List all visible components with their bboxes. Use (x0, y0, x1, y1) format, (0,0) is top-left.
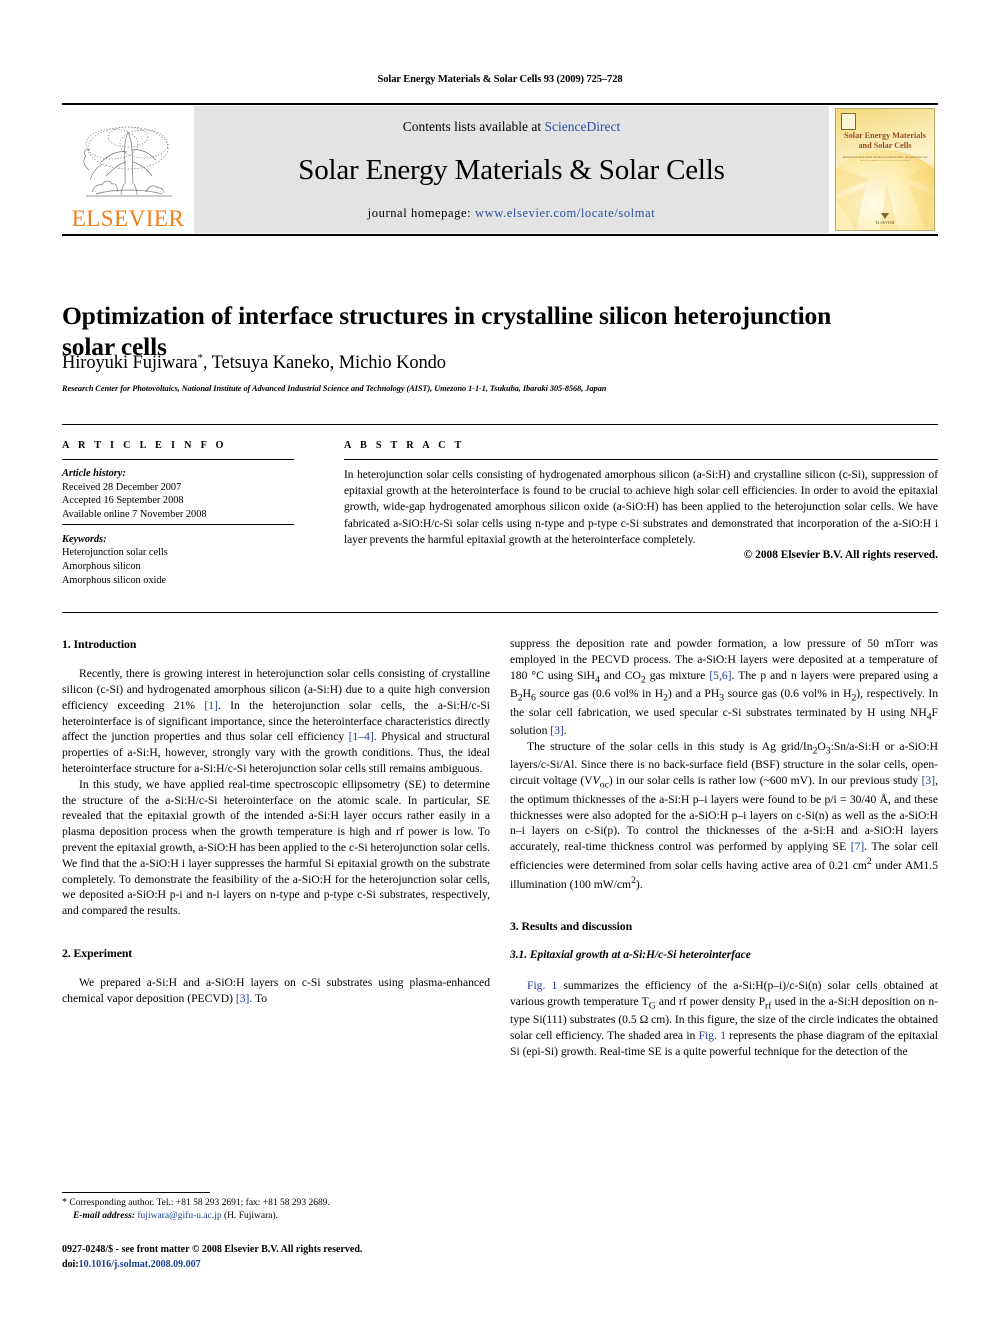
exp-p1-a: We prepared a-Si:H and a-SiO:H layers on… (62, 976, 490, 1005)
voc-italic: V (592, 774, 600, 788)
footnote-block: * Corresponding author. Tel.: +81 58 293… (62, 1196, 490, 1224)
exp-p2-a: The structure of the solar cells in this… (527, 739, 813, 753)
homepage-prefix: journal homepage: (367, 206, 475, 220)
cover-title-line2: and Solar Cells (858, 141, 912, 151)
exp-cont-g: ) and a PH (667, 687, 720, 701)
journal-cover-thumbnail: Solar Energy Materials and Solar Cells a… (835, 108, 935, 231)
section-heading-results: 3. Results and discussion (510, 919, 633, 934)
citation-ref-5-6[interactable]: [5,6] (709, 669, 731, 682)
corresponding-author-note: * Corresponding author. Tel.: +81 58 293… (62, 1196, 490, 1210)
accepted-date: Accepted 16 September 2008 (62, 495, 184, 507)
article-info-divider (62, 459, 294, 460)
keyword-item: Heterojunction solar cells (62, 547, 168, 559)
exp-cont-k: . (563, 724, 567, 738)
exp-p1-b: . To (249, 992, 268, 1005)
section-heading-introduction: 1. Introduction (62, 637, 137, 651)
exp-cont-e: H (522, 687, 531, 701)
journal-homepage-line: journal homepage: www.elsevier.com/locat… (368, 206, 656, 221)
res-p1-b: and rf power density P (655, 994, 766, 1008)
section-heading-experiment: 2. Experiment (62, 946, 133, 961)
keyword-item: Amorphous silicon oxide (62, 574, 167, 586)
cover-title-line1: Solar Energy Materials (844, 131, 926, 140)
cover-footer: ELSEVIER (836, 213, 934, 225)
running-head: Solar Energy Materials & Solar Cells 93 … (377, 74, 623, 85)
exp-p2-b: O (817, 739, 826, 753)
cover-publisher-mark (841, 113, 856, 130)
citation-ref-3b[interactable]: [3] (550, 724, 564, 737)
author-rest: , Tetsuya Kaneko, Michio Kondo (202, 353, 446, 374)
doi-link[interactable]: 10.1016/j.solmat.2008.09.007 (79, 1259, 201, 1270)
exp-cont-c: gas mixture (645, 668, 710, 682)
results-paragraph-1: Fig. 1 summarizes the efficiency of the … (510, 978, 938, 1060)
tg-subscript: G (648, 1000, 656, 1012)
journal-homepage-link[interactable]: www.elsevier.com/locate/solmat (475, 206, 655, 220)
email-link[interactable]: fujiwara@gifu-u.ac.jp (137, 1211, 221, 1221)
exp-cont-h: source gas (0.6 vol% in H (724, 687, 852, 701)
journal-title: Solar Energy Materials & Solar Cells (298, 154, 725, 186)
abstract-text: In heterojunction solar cells consisting… (344, 469, 938, 546)
keywords-label: Keywords: (62, 533, 107, 545)
keywords-block: Keywords: Heterojunction solar cells Amo… (62, 533, 294, 588)
doi-line: doi:10.1016/j.solmat.2008.09.007 (62, 1258, 522, 1273)
contents-prefix: Contents lists available at (402, 119, 545, 134)
abstract-divider (344, 459, 938, 460)
subsection-heading-epitaxial-growth: 3.1. Epitaxial growth at a-Si:H/c-Si het… (510, 949, 751, 962)
intro-paragraph-1: Recently, there is growing interest in h… (62, 666, 490, 777)
journal-header-band: ELSEVIER Contents lists available at Sci… (62, 103, 938, 236)
elsevier-wordmark: ELSEVIER (71, 206, 185, 231)
citation-ref-1-4[interactable]: [1–4] (349, 730, 374, 743)
citation-ref-3c[interactable]: [3] (922, 774, 936, 787)
article-info-column: A R T I C L E I N F O Article history: R… (62, 440, 294, 588)
cover-subtitle: an international journal devoted to phot… (842, 156, 928, 161)
abstract-copyright: © 2008 Elsevier B.V. All rights reserved… (743, 548, 938, 561)
body-column-right: suppress the deposition rate and powder … (510, 636, 938, 1060)
email-note: E-mail address: fujiwara@gifu-u.ac.jp (H… (62, 1210, 490, 1223)
elsevier-logo: ELSEVIER (62, 105, 194, 234)
elsevier-tree-icon (83, 126, 172, 197)
info-rule-top (62, 424, 938, 425)
experiment-paragraph-2: The structure of the solar cells in this… (510, 739, 938, 892)
footnote-rule (62, 1192, 210, 1193)
keywords-divider (62, 523, 294, 525)
article-info-heading: A R T I C L E I N F O (62, 440, 227, 451)
citation-ref-7[interactable]: [7] (851, 840, 865, 853)
received-date: Received 28 December 2007 (62, 481, 182, 493)
contents-available-line: Contents lists available at ScienceDirec… (403, 119, 620, 135)
affiliation: Research Center for Photovoltaics, Natio… (62, 384, 607, 393)
journal-header-center: Contents lists available at ScienceDirec… (194, 106, 829, 233)
cover-footer-text: ELSEVIER (875, 220, 895, 225)
author-first: Hiroyuki Fujiwara (62, 353, 198, 374)
experiment-paragraph-1: We prepared a-Si:H and a-SiO:H layers on… (62, 975, 490, 1007)
cover-logo-icon (881, 213, 889, 219)
intro-paragraph-2: In this study, we have applied real-time… (62, 777, 490, 918)
doi-label: doi: (62, 1258, 79, 1270)
abstract-heading: A B S T R A C T (344, 440, 465, 451)
email-owner: (H. Fujiwara). (221, 1211, 279, 1222)
figure-ref-1[interactable]: Fig. 1 (527, 979, 557, 992)
citation-ref-1[interactable]: [1] (204, 699, 218, 712)
sciencedirect-link[interactable]: ScienceDirect (545, 119, 621, 134)
imprint-block: 0927-0248/$ - see front matter © 2008 El… (62, 1243, 522, 1272)
exp-cont-b: and CO (599, 668, 641, 682)
info-rule-bottom (62, 612, 938, 613)
email-label: E-mail address: (73, 1211, 136, 1222)
exp-cont-f: source gas (0.6 vol% in H (535, 687, 664, 701)
voc-subscript: oc (599, 779, 609, 791)
exp-p2-h: ). (635, 877, 643, 891)
article-history-label: Article history: (62, 468, 126, 479)
article-history-block: Article history: Received 28 December 20… (62, 467, 294, 522)
citation-ref-3[interactable]: [3] (236, 992, 250, 1005)
experiment-paragraph-1-continued: suppress the deposition rate and powder … (510, 636, 938, 739)
figure-ref-1b[interactable]: Fig. 1 (699, 1029, 726, 1042)
body-column-left: 1. Introduction Recently, there is growi… (62, 636, 490, 1007)
issn-copyright-line: 0927-0248/$ - see front matter © 2008 El… (62, 1244, 363, 1255)
keyword-item: Amorphous silicon (62, 561, 141, 573)
cover-title: Solar Energy Materials and Solar Cells (836, 131, 934, 152)
available-online-date: Available online 7 November 2008 (62, 509, 207, 521)
author-list: Hiroyuki Fujiwara*, Tetsuya Kaneko, Mich… (62, 352, 862, 374)
article-page: Solar Energy Materials & Solar Cells 93 … (0, 0, 992, 1323)
exp-p2-d: ) in our solar cells is rather low (~600… (608, 774, 922, 788)
abstract-column: A B S T R A C T In heterojunction solar … (344, 440, 938, 561)
corresponding-author-text: Corresponding author. Tel.: +81 58 293 2… (67, 1198, 330, 1208)
